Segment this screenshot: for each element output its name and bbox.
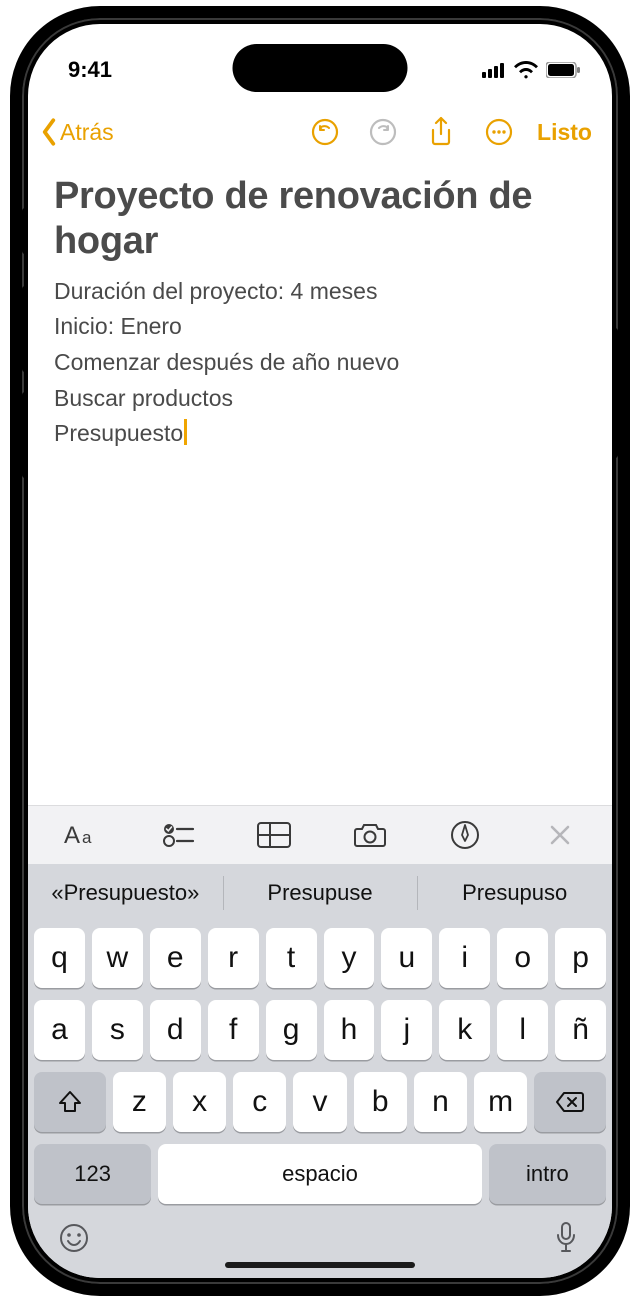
key-f[interactable]: f: [208, 1000, 259, 1060]
key-t[interactable]: t: [266, 928, 317, 988]
note-line: Comenzar después de año nuevo: [54, 345, 586, 381]
home-indicator[interactable]: [225, 1262, 415, 1268]
note-title: Proyecto de renovación de hogar: [54, 174, 586, 264]
note-line: Duración del proyecto: 4 meses: [54, 274, 586, 310]
battery-icon: [546, 62, 580, 78]
undo-button[interactable]: [299, 110, 351, 154]
back-label: Atrás: [60, 119, 114, 146]
table-icon: [257, 822, 291, 848]
keyboard: q w e r t y u i o p a s d f g h: [28, 922, 612, 1214]
key-u[interactable]: u: [381, 928, 432, 988]
checklist-icon: [163, 821, 195, 849]
share-button[interactable]: [415, 110, 467, 154]
key-c[interactable]: c: [233, 1072, 286, 1132]
markup-button[interactable]: [439, 820, 491, 850]
keyboard-bottom-row: [28, 1214, 612, 1278]
note-line-text: Presupuesto: [54, 420, 183, 446]
suggestion[interactable]: «Presupuesto»: [28, 864, 223, 922]
note-editor[interactable]: Proyecto de renovación de hogar Duración…: [28, 166, 612, 452]
key-b[interactable]: b: [354, 1072, 407, 1132]
key-numbers[interactable]: 123: [34, 1144, 151, 1204]
backspace-icon: [555, 1091, 585, 1113]
phone-frame: 9:41 Atrás: [10, 6, 630, 1296]
dictation-button[interactable]: [544, 1216, 588, 1260]
done-button[interactable]: Listo: [531, 119, 592, 146]
key-enye[interactable]: ñ: [555, 1000, 606, 1060]
key-v[interactable]: v: [293, 1072, 346, 1132]
key-backspace[interactable]: [534, 1072, 606, 1132]
key-enter[interactable]: intro: [489, 1144, 606, 1204]
note-line: Inicio: Enero: [54, 309, 586, 345]
close-icon: [549, 824, 571, 846]
key-m[interactable]: m: [474, 1072, 527, 1132]
table-button[interactable]: [248, 822, 300, 848]
key-a[interactable]: a: [34, 1000, 85, 1060]
camera-icon: [353, 822, 387, 848]
cellular-icon: [482, 62, 506, 78]
text-cursor: [184, 419, 187, 445]
more-button[interactable]: [473, 110, 525, 154]
key-x[interactable]: x: [173, 1072, 226, 1132]
key-space[interactable]: espacio: [158, 1144, 481, 1204]
suggestion[interactable]: Presupuso: [417, 864, 612, 922]
svg-text:a: a: [82, 828, 92, 847]
wifi-icon: [514, 61, 538, 79]
key-g[interactable]: g: [266, 1000, 317, 1060]
chevron-left-icon: [38, 117, 60, 147]
emoji-button[interactable]: [52, 1216, 96, 1260]
key-z[interactable]: z: [113, 1072, 166, 1132]
key-shift[interactable]: [34, 1072, 106, 1132]
suggestion[interactable]: Presupuse: [223, 864, 418, 922]
redo-icon: [368, 117, 398, 147]
key-n[interactable]: n: [414, 1072, 467, 1132]
share-icon: [428, 116, 454, 148]
camera-button[interactable]: [344, 822, 396, 848]
undo-icon: [310, 117, 340, 147]
power-button: [612, 328, 618, 458]
text-style-icon: Aa: [64, 821, 104, 849]
dynamic-island: [233, 44, 408, 92]
microphone-icon: [554, 1221, 578, 1255]
key-o[interactable]: o: [497, 928, 548, 988]
screen: 9:41 Atrás: [28, 24, 612, 1278]
emoji-icon: [58, 1222, 90, 1254]
key-h[interactable]: h: [324, 1000, 375, 1060]
checklist-button[interactable]: [153, 821, 205, 849]
key-r[interactable]: r: [208, 928, 259, 988]
close-toolbar-button[interactable]: [534, 824, 586, 846]
svg-text:A: A: [64, 822, 80, 849]
pen-circle-icon: [450, 820, 480, 850]
key-e[interactable]: e: [150, 928, 201, 988]
note-line: Presupuesto: [54, 416, 586, 452]
key-q[interactable]: q: [34, 928, 85, 988]
key-p[interactable]: p: [555, 928, 606, 988]
key-i[interactable]: i: [439, 928, 490, 988]
key-d[interactable]: d: [150, 1000, 201, 1060]
key-y[interactable]: y: [324, 928, 375, 988]
text-format-button[interactable]: Aa: [58, 821, 110, 849]
redo-button[interactable]: [357, 110, 409, 154]
keyboard-area: Aa «Presupuesto»: [28, 805, 612, 1278]
key-k[interactable]: k: [439, 1000, 490, 1060]
note-line: Buscar productos: [54, 381, 586, 417]
nav-bar: Atrás Listo: [28, 102, 612, 166]
suggestion-bar: «Presupuesto» Presupuse Presupuso: [28, 864, 612, 922]
shift-icon: [57, 1089, 83, 1115]
format-toolbar: Aa: [28, 805, 612, 864]
key-w[interactable]: w: [92, 928, 143, 988]
key-s[interactable]: s: [92, 1000, 143, 1060]
key-l[interactable]: l: [497, 1000, 548, 1060]
ellipsis-circle-icon: [484, 117, 514, 147]
key-j[interactable]: j: [381, 1000, 432, 1060]
status-time: 9:41: [68, 57, 112, 83]
back-button[interactable]: Atrás: [38, 117, 118, 147]
